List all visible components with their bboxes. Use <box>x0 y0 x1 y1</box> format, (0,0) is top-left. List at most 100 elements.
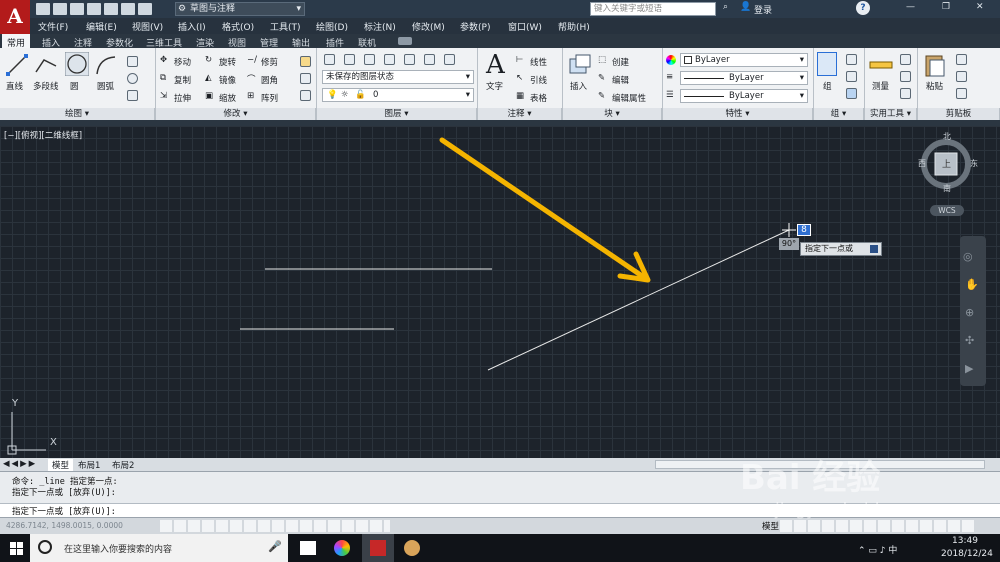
minimize-icon[interactable]: — <box>906 2 915 12</box>
layer-off-icon[interactable] <box>424 54 435 65</box>
tab-model[interactable]: 模型 <box>48 459 74 471</box>
array-icon[interactable]: ⊞ <box>247 91 254 101</box>
line-button[interactable]: 直线 <box>6 80 23 92</box>
taskbar-date[interactable]: 2018/12/24 <box>941 549 993 559</box>
menu-file[interactable]: 文件(F) <box>38 20 68 33</box>
menu-view[interactable]: 视图(V) <box>132 20 163 33</box>
clipboard-panel-label[interactable]: 剪贴板 <box>918 108 1000 120</box>
text-icon[interactable]: A <box>486 50 505 80</box>
utilities-panel-label[interactable]: 实用工具 ▾ <box>865 108 917 120</box>
user-icon[interactable]: 👤 <box>740 2 751 12</box>
linetype-icon[interactable]: ≡ <box>666 72 673 82</box>
ellipse-icon[interactable] <box>127 73 138 84</box>
layers-panel-label[interactable]: 图层 ▾ <box>317 108 477 120</box>
scale-button[interactable]: 缩放 <box>219 92 236 104</box>
media-player-icon[interactable] <box>300 541 316 555</box>
rotate-button[interactable]: 旋转 <box>219 56 236 68</box>
stretch-button[interactable]: 拉伸 <box>174 92 191 104</box>
open-file-icon[interactable] <box>53 3 67 15</box>
leader-button[interactable]: 引线 <box>530 74 547 86</box>
color-app-icon[interactable] <box>334 540 350 556</box>
menu-parametric[interactable]: 参数(P) <box>460 20 490 33</box>
menu-dimension[interactable]: 标注(N) <box>364 20 396 33</box>
workspace-selector[interactable]: ⚙ 草图与注释 ▾ <box>175 2 305 16</box>
offset-icon[interactable] <box>300 90 311 101</box>
arc-button[interactable]: 圆弧 <box>97 80 114 92</box>
lineweight-icon[interactable]: ☰ <box>666 90 674 100</box>
binoculars-icon[interactable]: ⌕ <box>723 2 728 12</box>
layer-match-icon[interactable] <box>344 54 355 65</box>
dynamic-input-field[interactable]: 8 <box>797 224 811 236</box>
help-icon[interactable]: ? <box>856 1 870 15</box>
copy-clip-icon[interactable] <box>956 71 967 82</box>
ribbon-toggle-icon[interactable] <box>398 37 412 45</box>
color-wheel-icon[interactable] <box>666 55 676 65</box>
new-file-icon[interactable] <box>36 3 50 15</box>
create-button[interactable]: 创建 <box>612 56 629 68</box>
array-button[interactable]: 阵列 <box>261 92 278 104</box>
microphone-icon[interactable]: 🎤 <box>268 540 282 553</box>
leader-icon[interactable]: ↖ <box>516 73 523 83</box>
linear-dimension-icon[interactable]: ⊢ <box>516 55 523 65</box>
windows-start-icon[interactable] <box>10 542 23 555</box>
group-button[interactable]: 组 <box>823 80 832 92</box>
match-properties-icon[interactable] <box>956 88 967 99</box>
select-all-icon[interactable] <box>900 71 911 82</box>
move-icon[interactable]: ✥ <box>160 55 167 65</box>
menu-edit[interactable]: 编辑(E) <box>86 20 117 33</box>
menu-help[interactable]: 帮助(H) <box>558 20 590 33</box>
menu-tools[interactable]: 工具(T) <box>270 20 301 33</box>
autocad-logo[interactable]: A <box>0 0 30 34</box>
edit-attributes-icon[interactable]: ✎ <box>598 91 605 101</box>
insert-block-icon[interactable] <box>568 53 592 77</box>
circle-button[interactable]: 圆 <box>70 80 79 92</box>
menu-insert[interactable]: 插入(I) <box>178 20 206 33</box>
coordinate-readout[interactable]: 4286.7142, 1498.0015, 0.0000 <box>6 521 123 530</box>
modify-panel-label[interactable]: 修改 ▾ <box>156 108 316 120</box>
erase-icon[interactable] <box>300 56 311 67</box>
layer-freeze-icon[interactable] <box>404 54 415 65</box>
layer-previous-icon[interactable] <box>364 54 375 65</box>
save-as-icon[interactable] <box>87 3 101 15</box>
mirror-button[interactable]: 镜像 <box>219 74 236 86</box>
steering-wheel-icon[interactable]: ◎ <box>963 250 973 263</box>
layer-properties-icon[interactable] <box>324 54 335 65</box>
viewcube-top-face[interactable]: 上 <box>942 157 951 170</box>
zoom-icon[interactable]: ⊕ <box>965 306 974 319</box>
autocad-taskbar-item[interactable] <box>362 534 394 562</box>
annotation-tools[interactable] <box>780 520 976 532</box>
cut-icon[interactable] <box>956 54 967 65</box>
layer-state-select[interactable]: 未保存的图层状态 ▾ <box>322 70 474 84</box>
menu-draw[interactable]: 绘图(D) <box>316 20 348 33</box>
annotation-panel-label[interactable]: 注释 ▾ <box>478 108 562 120</box>
showmotion-icon[interactable]: ▶ <box>965 362 973 375</box>
paste-icon[interactable] <box>924 52 946 78</box>
line-icon[interactable] <box>6 54 28 76</box>
edit-attributes-button[interactable]: 编辑属性 <box>612 92 646 104</box>
save-icon[interactable] <box>70 3 84 15</box>
options-arrow-icon[interactable] <box>870 245 878 253</box>
model-space-button[interactable]: 模型 <box>762 520 779 532</box>
copy-button[interactable]: 复制 <box>174 74 191 86</box>
move-button[interactable]: 移动 <box>174 56 191 68</box>
paste-button[interactable]: 粘贴 <box>926 80 943 92</box>
paint-icon[interactable] <box>404 540 420 556</box>
layout-nav-arrows-icon[interactable]: ◀◀▶▶ <box>3 459 37 469</box>
taskbar-search-input[interactable]: 在这里输入你要搜索的内容 🎤 <box>30 534 288 562</box>
linear-button[interactable]: 线性 <box>530 56 547 68</box>
table-button[interactable]: 表格 <box>530 92 547 104</box>
print-icon[interactable] <box>104 3 118 15</box>
table-icon[interactable]: ▦ <box>516 91 524 101</box>
lineweight-select[interactable]: ByLayer ▾ <box>680 89 808 103</box>
tab-layout2[interactable]: 布局2 <box>112 459 134 471</box>
circle-icon[interactable] <box>65 52 89 76</box>
quick-select-icon[interactable] <box>900 54 911 65</box>
mirror-icon[interactable]: ◭ <box>205 73 212 83</box>
calculator-icon[interactable] <box>900 88 911 99</box>
scale-icon[interactable]: ▣ <box>205 91 213 101</box>
system-tray-icons[interactable]: ⌃ ▭ ♪ 中 <box>858 543 897 556</box>
arc-icon[interactable] <box>95 54 117 76</box>
restore-icon[interactable]: ❐ <box>942 2 950 12</box>
redo-icon[interactable] <box>138 3 152 15</box>
hatch-icon[interactable] <box>127 90 138 101</box>
